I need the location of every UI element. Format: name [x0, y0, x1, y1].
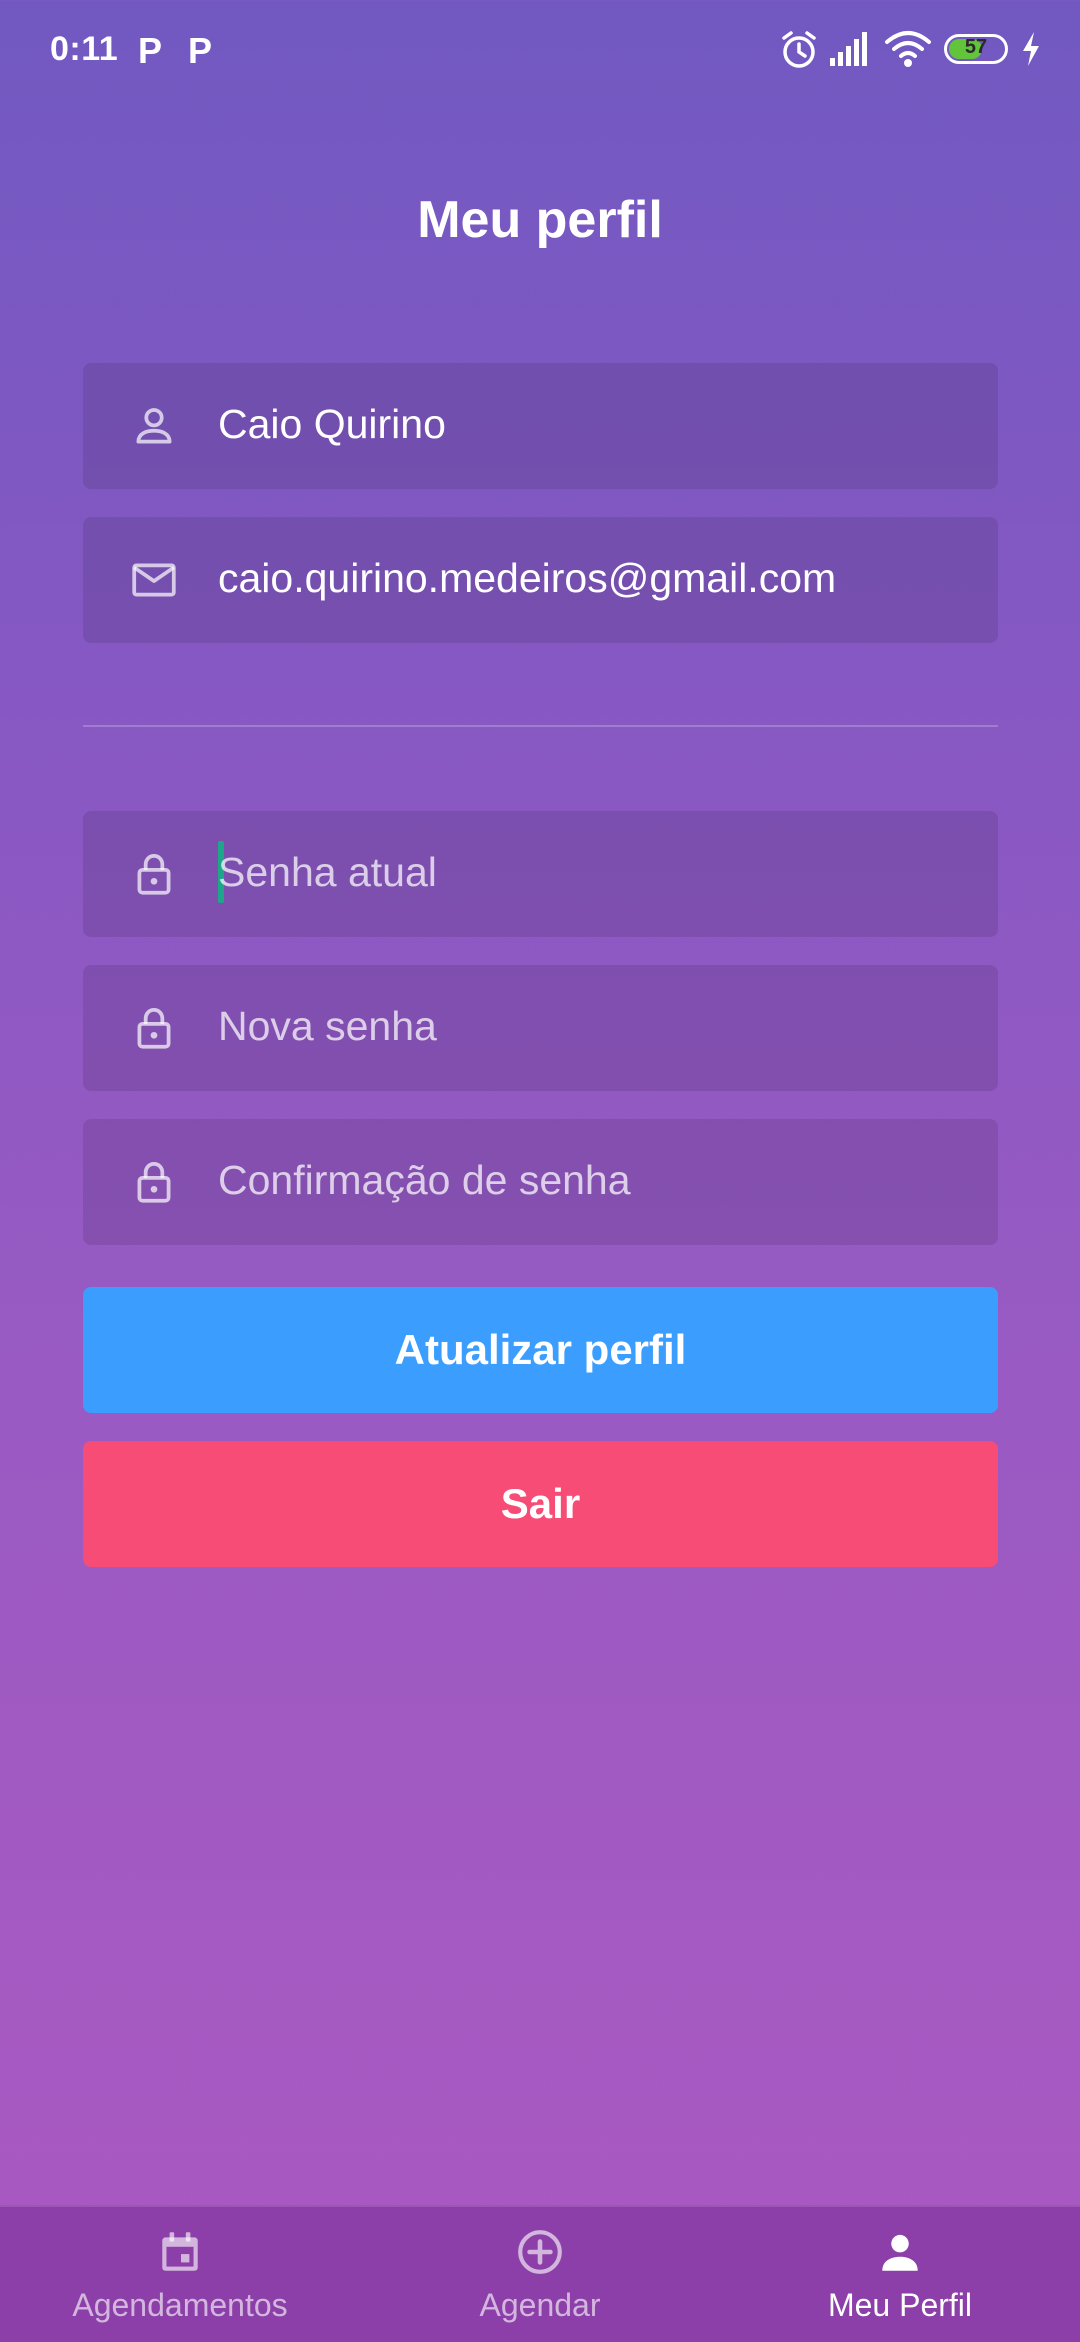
confirm-password-field[interactable]: Confirmação de senha [83, 1119, 998, 1245]
add-circle-icon [518, 2230, 562, 2274]
alarm-icon [782, 31, 816, 68]
tab-label: Agendar [479, 2287, 601, 2323]
battery-icon: 57 [944, 34, 1008, 64]
bottom-tab-bar: Agendamentos Agendar Meu Perfil [0, 2205, 1080, 2342]
person-icon [882, 2234, 918, 2271]
current-password-field[interactable]: Senha atual [83, 811, 998, 937]
charging-icon [1023, 32, 1039, 66]
tab-meu-perfil[interactable]: Meu Perfil [720, 2207, 1080, 2342]
lock-icon [137, 1161, 171, 1203]
notification-p-icon: P [138, 30, 163, 71]
page-title: Meu perfil [417, 191, 663, 249]
battery-level: 57 [964, 36, 988, 58]
new-password-field[interactable]: Nova senha [83, 965, 998, 1091]
update-profile-button[interactable]: Atualizar perfil [83, 1287, 998, 1413]
tab-label: Agendamentos [72, 2287, 288, 2323]
section-divider [83, 725, 998, 727]
signal-icon [830, 32, 867, 66]
name-input[interactable]: Caio Quirino [218, 401, 446, 448]
new-password-input[interactable]: Nova senha [218, 1003, 437, 1050]
calendar-icon [162, 2232, 198, 2271]
wifi-icon [885, 31, 931, 67]
tab-agendamentos[interactable]: Agendamentos [0, 2207, 360, 2342]
person-icon [136, 408, 172, 444]
email-field[interactable]: caio.quirino.medeiros@gmail.com [83, 517, 998, 643]
logout-button[interactable]: Sair [83, 1441, 998, 1567]
email-input[interactable]: caio.quirino.medeiros@gmail.com [218, 555, 836, 602]
notification-p-icon: P [188, 30, 213, 71]
lock-icon [137, 853, 171, 895]
status-bar: 0:11 P P 57 [0, 0, 1080, 104]
lock-icon [137, 1007, 171, 1049]
confirm-password-input[interactable]: Confirmação de senha [218, 1157, 631, 1204]
current-password-input[interactable]: Senha atual [218, 849, 437, 896]
status-time: 0:11 [50, 30, 119, 68]
tab-agendar[interactable]: Agendar [360, 2207, 720, 2342]
tab-label: Meu Perfil [827, 2287, 973, 2323]
mail-icon [132, 563, 176, 597]
name-field[interactable]: Caio Quirino [83, 363, 998, 489]
